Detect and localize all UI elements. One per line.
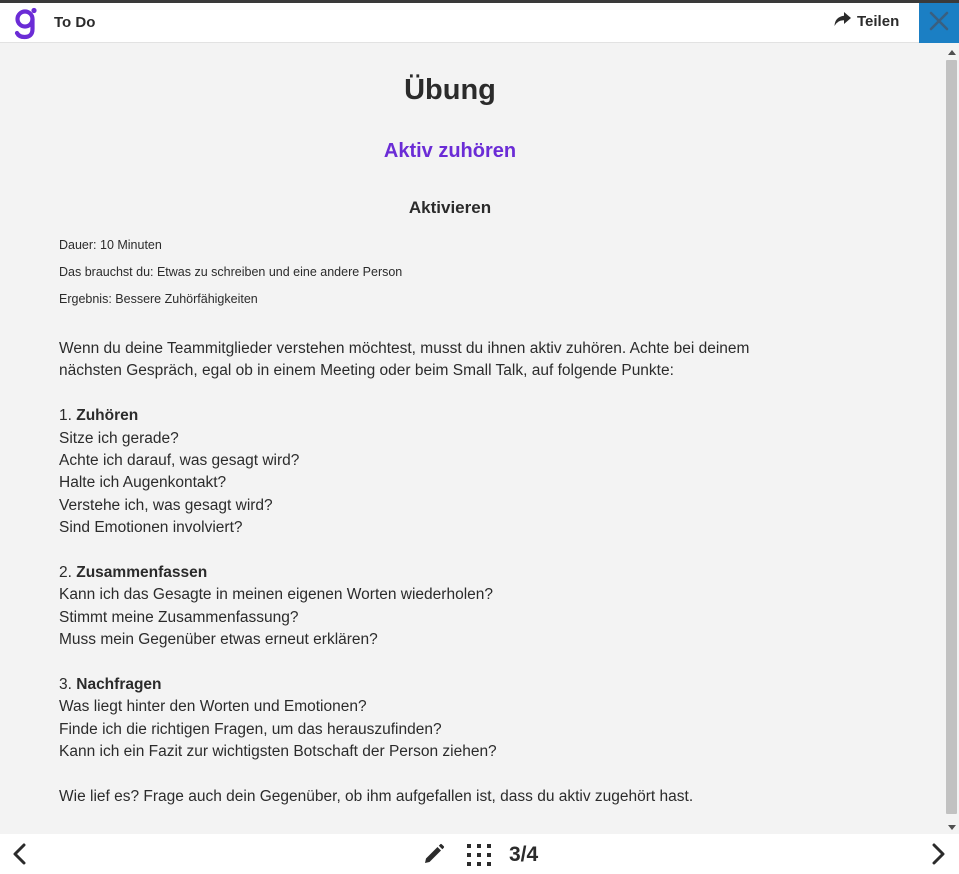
intro-line: Wenn du deine Teammitglieder verstehen m… — [59, 340, 750, 357]
step-question: Kann ich ein Fazit zur wichtigsten Botsc… — [59, 743, 497, 761]
share-label: Teilen — [857, 13, 900, 30]
app-title: To Do — [54, 14, 96, 31]
step-title: Nachfragen — [76, 676, 162, 694]
step-heading: 2. Zusammenfassen — [59, 562, 819, 584]
step-title: Zusammenfassen — [76, 564, 208, 582]
chevron-left-icon[interactable] — [10, 843, 30, 865]
close-icon — [929, 11, 949, 36]
step-question: Sitze ich gerade? — [59, 429, 179, 447]
share-arrow-icon — [834, 11, 851, 32]
page-counter: 3/4 — [509, 843, 539, 866]
header-bar: To Do Teilen — [0, 3, 959, 43]
exercise-subtitle: Aktiv zuhören — [383, 140, 517, 162]
closing-text: Wie lief es? Frage auch dein Gegenüber, … — [59, 788, 694, 806]
grid-dots-icon[interactable] — [466, 843, 492, 867]
vertical-scrollbar[interactable] — [944, 44, 959, 834]
scroll-thumb[interactable] — [946, 60, 957, 814]
step-number: 1. — [59, 407, 72, 425]
meta-result: Ergebnis: Bessere Zuhörfähigkeiten — [59, 292, 258, 306]
step-question: Finde ich die richtigen Fragen, um das h… — [59, 720, 442, 738]
step-question: Kann ich das Gesagte in meinen eigenen W… — [59, 586, 493, 604]
exercise-body: Wenn du deine Teammitglieder verstehen m… — [59, 338, 819, 808]
page-title: Übung — [404, 74, 496, 106]
step-title: Zuhören — [76, 407, 139, 425]
step-number: 3. — [59, 676, 72, 694]
exercise-content: Übung Aktiv zuhören Aktivieren Dauer: 10… — [0, 44, 944, 834]
step-question: Muss mein Gegenüber etwas erneut erkläre… — [59, 631, 378, 649]
step-heading: 1. Zuhören — [59, 405, 819, 427]
step-question: Verstehe ich, was gesagt wird? — [59, 496, 273, 514]
step-question: Sind Emotionen involviert? — [59, 519, 243, 537]
share-button[interactable]: Teilen — [834, 3, 899, 40]
step-heading: 3. Nachfragen — [59, 674, 819, 696]
step-question: Halte ich Augenkontakt? — [59, 474, 227, 492]
scroll-down-arrow-icon[interactable] — [948, 825, 956, 830]
scroll-up-arrow-icon[interactable] — [948, 50, 956, 55]
step-question: Stimmt meine Zusammenfassung? — [59, 608, 299, 626]
step-number: 2. — [59, 564, 72, 582]
meta-needs: Das brauchst du: Etwas zu schreiben und … — [59, 265, 403, 279]
brand-logo-icon[interactable] — [13, 6, 39, 40]
meta-duration: Dauer: 10 Minuten — [59, 238, 162, 252]
step-question: Was liegt hinter den Worten und Emotione… — [59, 698, 367, 716]
chevron-right-icon[interactable] — [928, 843, 948, 865]
intro-line: nächsten Gespräch, egal ob in einem Meet… — [59, 362, 674, 380]
step-question: Achte ich darauf, was gesagt wird? — [59, 452, 300, 470]
footer-bar: 3/4 — [0, 834, 959, 874]
pencil-icon[interactable] — [423, 843, 445, 865]
section-heading: Aktivieren — [408, 198, 492, 217]
close-button[interactable] — [919, 3, 959, 43]
